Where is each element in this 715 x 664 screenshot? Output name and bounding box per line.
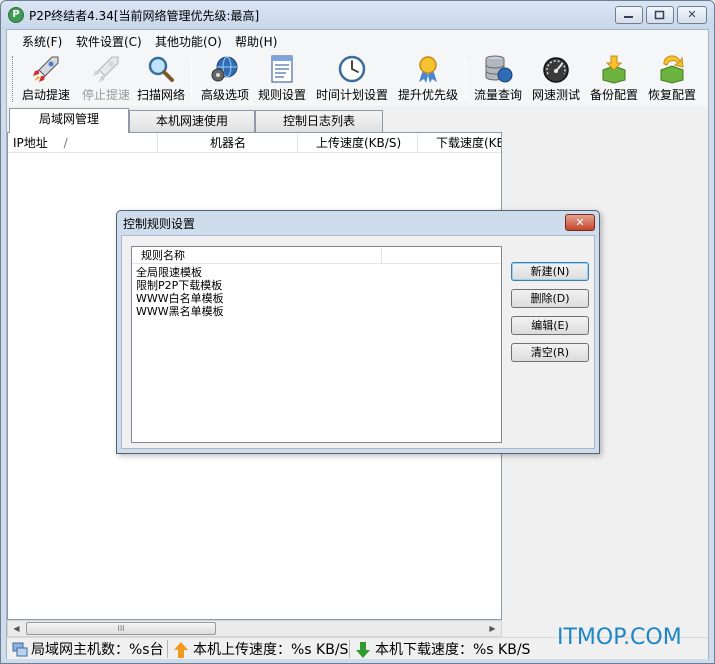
- menu-other-functions[interactable]: 其他功能(O): [155, 33, 222, 50]
- network-hosts-icon: [12, 642, 28, 657]
- dialog-title: 控制规则设置: [123, 217, 196, 231]
- toolbar-separator: [465, 58, 466, 98]
- scroll-right-icon[interactable]: ▶: [484, 621, 501, 636]
- rule-list[interactable]: 规则名称 全局限速模板 限制P2P下载模板 WWW白名单模板 WWW黑名单模板: [131, 246, 502, 443]
- toolbar-scan-network-button[interactable]: 扫描网络: [135, 54, 187, 104]
- toolbar-rule-settings-label: 规则设置: [257, 88, 306, 102]
- toolbar-speed-test-label: 网速测试: [531, 88, 580, 102]
- box-restore-icon: [660, 55, 684, 84]
- menu-software-settings[interactable]: 软件设置(C): [76, 33, 142, 50]
- toolbar-start-boost-button[interactable]: 启动提速: [17, 54, 75, 104]
- column-ip-address-label: IP地址: [13, 136, 48, 150]
- scroll-left-icon[interactable]: ◀: [8, 621, 25, 636]
- minimize-button[interactable]: [615, 6, 643, 24]
- toolbar-restore-config-button[interactable]: 恢复配置: [645, 54, 699, 104]
- menu-help[interactable]: 帮助(H): [235, 33, 277, 50]
- maximize-button[interactable]: [646, 6, 674, 24]
- dialog-close-button[interactable]: ✕: [565, 214, 595, 231]
- toolbar-stop-boost-button[interactable]: 停止提速: [77, 54, 135, 104]
- toolbar-scan-network-label: 扫描网络: [136, 88, 185, 102]
- tab-strip: 局域网管理 本机网速使用 控制日志列表: [7, 108, 708, 133]
- award-ribbon-icon: [419, 56, 437, 83]
- toolbar-restore-config-label: 恢复配置: [647, 88, 696, 102]
- menu-bar: 系统(F) 软件设置(C) 其他功能(O) 帮助(H): [7, 30, 708, 52]
- toolbar-backup-config-button[interactable]: 备份配置: [587, 54, 641, 104]
- box-download-icon: [602, 55, 626, 84]
- status-upload-speed: 本机上传速度：%s KB/S: [193, 642, 349, 658]
- document-rules-icon: [271, 55, 293, 83]
- tab-control-log[interactable]: 控制日志列表: [255, 110, 383, 132]
- download-arrow-icon: [356, 642, 370, 658]
- window-title: P2P终结者4.34[当前网络管理优先级:最高]: [29, 9, 260, 23]
- minimize-icon: [624, 16, 633, 18]
- edit-rule-button[interactable]: 编辑(E): [511, 316, 589, 335]
- toolbar-traffic-query-button[interactable]: 流量查询: [470, 54, 526, 104]
- rocket-icon: [33, 56, 59, 82]
- host-list-header: IP地址 / 机器名 上传速度(KB/S) 下载速度(KB: [8, 133, 501, 153]
- toolbar-schedule-settings-label: 时间计划设置: [315, 88, 388, 102]
- magnifier-icon: [148, 56, 174, 82]
- tab-lan-management[interactable]: 局域网管理: [9, 108, 129, 133]
- dialog-body: 规则名称 全局限速模板 限制P2P下载模板 WWW白名单模板 WWW黑名单模板 …: [121, 235, 595, 449]
- toolbar-speed-test-button[interactable]: 网速测试: [529, 54, 583, 104]
- rule-item[interactable]: WWW黑名单模板: [136, 305, 224, 318]
- toolbar-separator: [191, 58, 192, 98]
- column-machine-name[interactable]: 机器名: [158, 133, 298, 153]
- toolbar: 启动提速 停止提速 扫描网络 高级选项 规则设置 时间计划设置 提升优先级 流量…: [7, 52, 708, 106]
- toolbar-raise-priority-button[interactable]: 提升优先级: [396, 54, 460, 104]
- close-icon: ✕: [575, 216, 585, 229]
- delete-rule-button[interactable]: 删除(D): [511, 289, 589, 308]
- toolbar-traffic-query-label: 流量查询: [473, 88, 522, 102]
- status-separator: [167, 640, 168, 658]
- toolbar-advanced-options-label: 高级选项: [200, 88, 249, 102]
- database-globe-icon: [485, 55, 513, 83]
- rule-item[interactable]: WWW白名单模板: [136, 292, 224, 305]
- sort-indicator-icon: /: [63, 136, 68, 150]
- toolbar-grip[interactable]: [12, 56, 15, 102]
- horizontal-scrollbar[interactable]: ◀ III ▶: [7, 620, 502, 637]
- status-separator: [349, 640, 350, 658]
- toolbar-raise-priority-label: 提升优先级: [397, 88, 458, 102]
- app-logo-icon: P: [8, 7, 24, 23]
- column-ip-address[interactable]: IP地址 /: [8, 133, 158, 153]
- menu-system[interactable]: 系统(F): [22, 33, 62, 50]
- watermark-text: ITMOP.COM: [557, 625, 682, 650]
- close-button[interactable]: ✕: [677, 6, 707, 24]
- rule-item[interactable]: 限制P2P下载模板: [136, 279, 222, 292]
- globe-gear-icon: [211, 56, 238, 82]
- column-download-speed[interactable]: 下载速度(KB: [418, 133, 501, 153]
- rocket-stop-icon: [93, 56, 119, 82]
- status-host-count: 局域网主机数：%s台: [31, 642, 164, 658]
- maximize-icon: [654, 10, 665, 20]
- toolbar-schedule-settings-button[interactable]: 时间计划设置: [312, 54, 392, 104]
- speedometer-icon: [543, 57, 569, 83]
- toolbar-start-boost-label: 启动提速: [21, 88, 70, 102]
- status-download-speed: 本机下载速度：%s KB/S: [375, 642, 531, 658]
- rule-settings-dialog: 控制规则设置 ✕ 规则名称 全局限速模板 限制P2P下载模板 WWW白名单模板 …: [116, 210, 600, 454]
- tab-local-speed[interactable]: 本机网速使用: [129, 110, 255, 132]
- column-rule-name[interactable]: 规则名称: [132, 247, 382, 264]
- clock-icon: [338, 55, 366, 83]
- toolbar-backup-config-label: 备份配置: [589, 88, 638, 102]
- rule-list-header: 规则名称: [132, 247, 501, 264]
- toolbar-rule-settings-button[interactable]: 规则设置: [256, 54, 308, 104]
- new-rule-button[interactable]: 新建(N): [511, 262, 589, 281]
- close-icon: ✕: [687, 8, 697, 21]
- title-bar[interactable]: P P2P终结者4.34[当前网络管理优先级:最高] ✕: [1, 1, 714, 29]
- toolbar-advanced-options-button[interactable]: 高级选项: [197, 54, 253, 104]
- upload-arrow-icon: [174, 642, 188, 658]
- toolbar-stop-boost-label: 停止提速: [81, 88, 130, 102]
- scroll-thumb[interactable]: III: [26, 622, 216, 635]
- rule-item[interactable]: 全局限速模板: [136, 266, 202, 279]
- column-upload-speed[interactable]: 上传速度(KB/S): [298, 133, 418, 153]
- clear-rules-button[interactable]: 清空(R): [511, 343, 589, 362]
